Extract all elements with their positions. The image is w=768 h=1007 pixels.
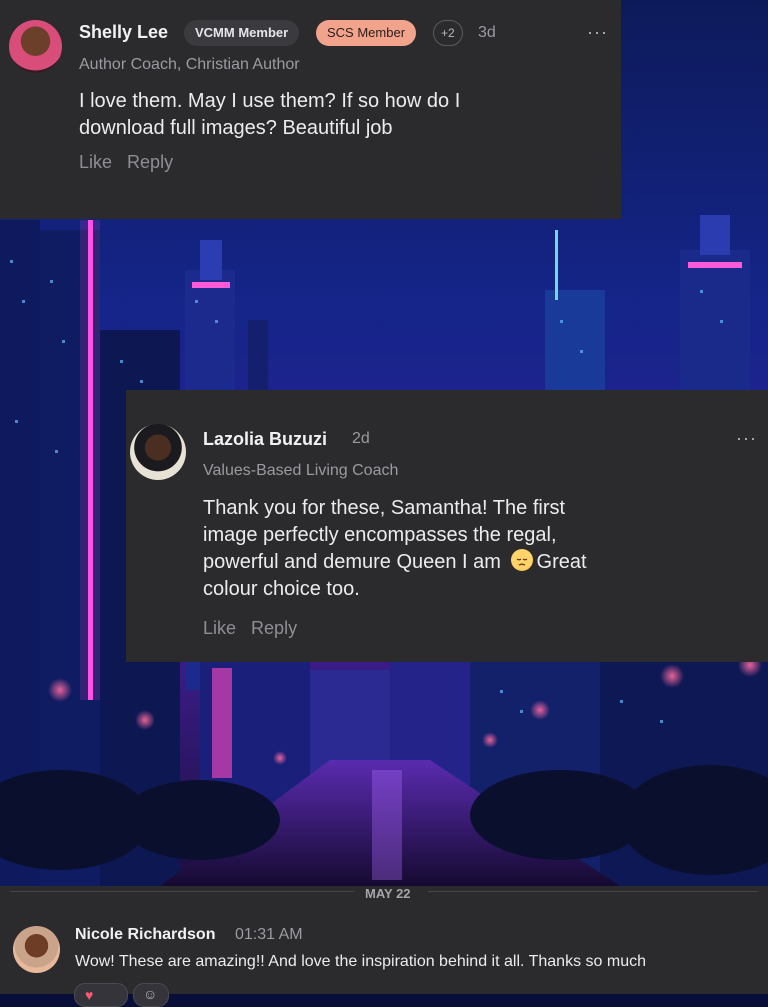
avatar[interactable] [9, 20, 62, 73]
message-time: 01:31 AM [235, 926, 303, 943]
comment-card-lazolia-buzuzi: Lazolia Buzuzi 2d ··· Values-Based Livin… [126, 390, 768, 662]
commenter-name[interactable]: Lazolia Buzuzi [203, 429, 327, 450]
like-button[interactable]: Like [79, 152, 112, 172]
smiley-icon: ☺ [143, 986, 158, 1002]
avatar[interactable] [13, 926, 60, 973]
comment-actions: Like Reply [203, 618, 307, 639]
pensive-face-emoji-icon [510, 549, 533, 571]
comment-text-line: powerful and demure Queen I am Great [203, 549, 743, 576]
more-options-icon[interactable]: ··· [587, 22, 608, 43]
comment-time: 2d [352, 430, 370, 447]
reply-button[interactable]: Reply [251, 618, 297, 638]
member-badge[interactable]: SCS Member [316, 20, 417, 46]
comment-text: Thank you for these, Samantha! The first… [203, 495, 743, 603]
member-badge[interactable]: VCMM Member [184, 20, 300, 46]
more-options-icon[interactable]: ··· [736, 428, 757, 449]
comment-text-line: I love them. May I use them? If so how d… [79, 90, 461, 112]
message-text: Wow! These are amazing!! And love the in… [75, 953, 646, 970]
heart-reaction[interactable]: ♥ [74, 983, 128, 1007]
comment-actions: Like Reply [79, 152, 183, 173]
comment-time: 3d [478, 24, 496, 41]
divider [10, 891, 355, 892]
like-button[interactable]: Like [203, 618, 236, 638]
commenter-role: Author Coach, Christian Author [79, 56, 300, 73]
chat-area: MAY 22 Nicole Richardson 01:31 AM Wow! T… [0, 886, 768, 1007]
date-separator: MAY 22 [365, 886, 411, 901]
comment-text: I love them. May I use them? If so how d… [79, 88, 599, 142]
commenter-role: Values-Based Living Coach [203, 462, 399, 479]
message-author-name[interactable]: Nicole Richardson [75, 926, 215, 944]
commenter-name[interactable]: Shelly Lee [79, 22, 168, 43]
comment-text-line: image perfectly encompasses the regal, [203, 524, 557, 546]
heart-icon: ♥ [85, 987, 94, 1003]
divider [428, 891, 758, 892]
avatar[interactable] [130, 424, 186, 480]
comment-text-segment: powerful and demure Queen I am [203, 551, 501, 573]
comment-text-line: colour choice too. [203, 578, 360, 600]
comment-text-line: Thank you for these, Samantha! The first [203, 497, 566, 519]
add-reaction-button[interactable]: ☺ [133, 983, 169, 1007]
comment-text-segment: Great [536, 551, 587, 573]
comment-text-line: download full images? Beautiful job [79, 117, 393, 139]
reply-button[interactable]: Reply [127, 152, 173, 172]
comment-card-shelly-lee: Shelly Lee VCMM Member SCS Member +2 3d … [0, 0, 621, 219]
more-badges-count[interactable]: +2 [433, 20, 463, 46]
